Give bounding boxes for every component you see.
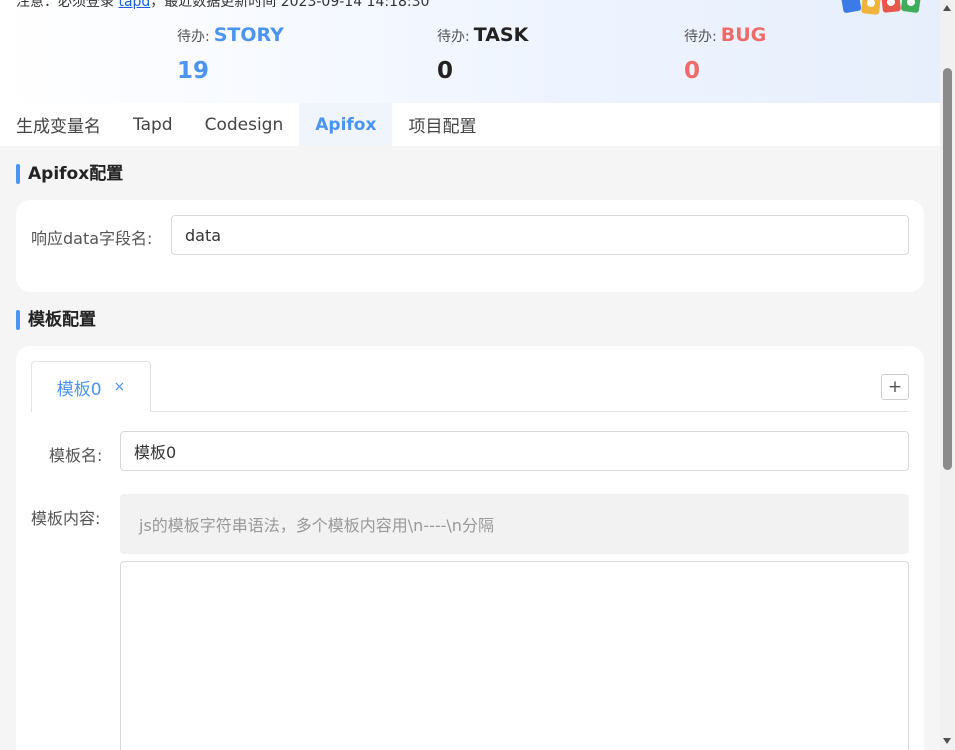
stat-task-type: TASK xyxy=(473,24,529,46)
template-content-textarea[interactable] xyxy=(120,561,909,750)
response-data-field-label: 响应data字段名: xyxy=(31,229,153,248)
stat-bug-count: 0 xyxy=(684,58,701,84)
notice-suffix: ，最近数据更新时间 2023-09-14 14:18:30 xyxy=(150,0,430,10)
apifox-section-title: Apifox配置 xyxy=(16,164,123,184)
tab-apifox[interactable]: Apifox xyxy=(299,103,393,146)
template-config-card: 模板0 × + 模板名: 模板0 模板内容: js的模板字符串语法，多个模板内容… xyxy=(16,346,924,750)
tapd-logo-icon xyxy=(840,0,921,15)
vertical-scrollbar[interactable] xyxy=(940,0,955,750)
main-tabs: 生成变量名 Tapd Codesign Apifox 项目配置 xyxy=(0,103,940,146)
close-icon[interactable]: × xyxy=(114,379,126,395)
tab-tapd[interactable]: Tapd xyxy=(117,103,189,146)
stat-story-count: 19 xyxy=(177,58,210,84)
template-content-label: 模板内容: xyxy=(31,509,101,528)
notice-prefix: 注意：必须登录 xyxy=(16,0,114,10)
stat-story: 待办: STORY 19 xyxy=(177,24,284,84)
stat-story-label: 待办: xyxy=(177,29,210,45)
stat-bug: 待办: BUG 0 xyxy=(684,24,766,84)
scroll-up-arrow-icon[interactable] xyxy=(943,5,951,11)
tab-codesign[interactable]: Codesign xyxy=(189,103,300,146)
add-template-button[interactable]: + xyxy=(881,374,909,400)
stat-story-type: STORY xyxy=(213,24,284,46)
stat-task-count: 0 xyxy=(437,58,454,84)
response-data-field-input[interactable]: data xyxy=(171,215,909,255)
page: 注意：必须登录 tapd，最近数据更新时间 2023-09-14 14:18:3… xyxy=(0,0,940,750)
template-name-input[interactable]: 模板0 xyxy=(120,431,909,471)
stat-task: 待办: TASK 0 xyxy=(437,24,528,84)
stat-bug-type: BUG xyxy=(720,24,767,46)
template-content-hint: js的模板字符串语法，多个模板内容用\n----\n分隔 xyxy=(120,494,909,554)
scrollbar-thumb[interactable] xyxy=(943,68,952,470)
plus-icon: + xyxy=(887,377,903,397)
header: 注意：必须登录 tapd，最近数据更新时间 2023-09-14 14:18:3… xyxy=(0,0,940,103)
tapd-link[interactable]: tapd xyxy=(118,0,150,10)
template-tab[interactable]: 模板0 × xyxy=(31,361,151,412)
template-tab-label: 模板0 xyxy=(56,379,102,400)
tab-generate-var-name[interactable]: 生成变量名 xyxy=(0,103,117,146)
notice-text: 注意：必须登录 tapd，最近数据更新时间 2023-09-14 14:18:3… xyxy=(16,0,429,11)
tab-project-config[interactable]: 项目配置 xyxy=(392,103,492,146)
tab-divider xyxy=(151,411,909,412)
template-section-title: 模板配置 xyxy=(16,310,96,330)
apifox-config-card: 响应data字段名: data xyxy=(16,200,924,292)
stat-task-label: 待办: xyxy=(437,29,470,45)
scroll-down-arrow-icon[interactable] xyxy=(943,738,951,744)
template-name-label: 模板名: xyxy=(49,446,103,465)
stat-bug-label: 待办: xyxy=(684,29,717,45)
